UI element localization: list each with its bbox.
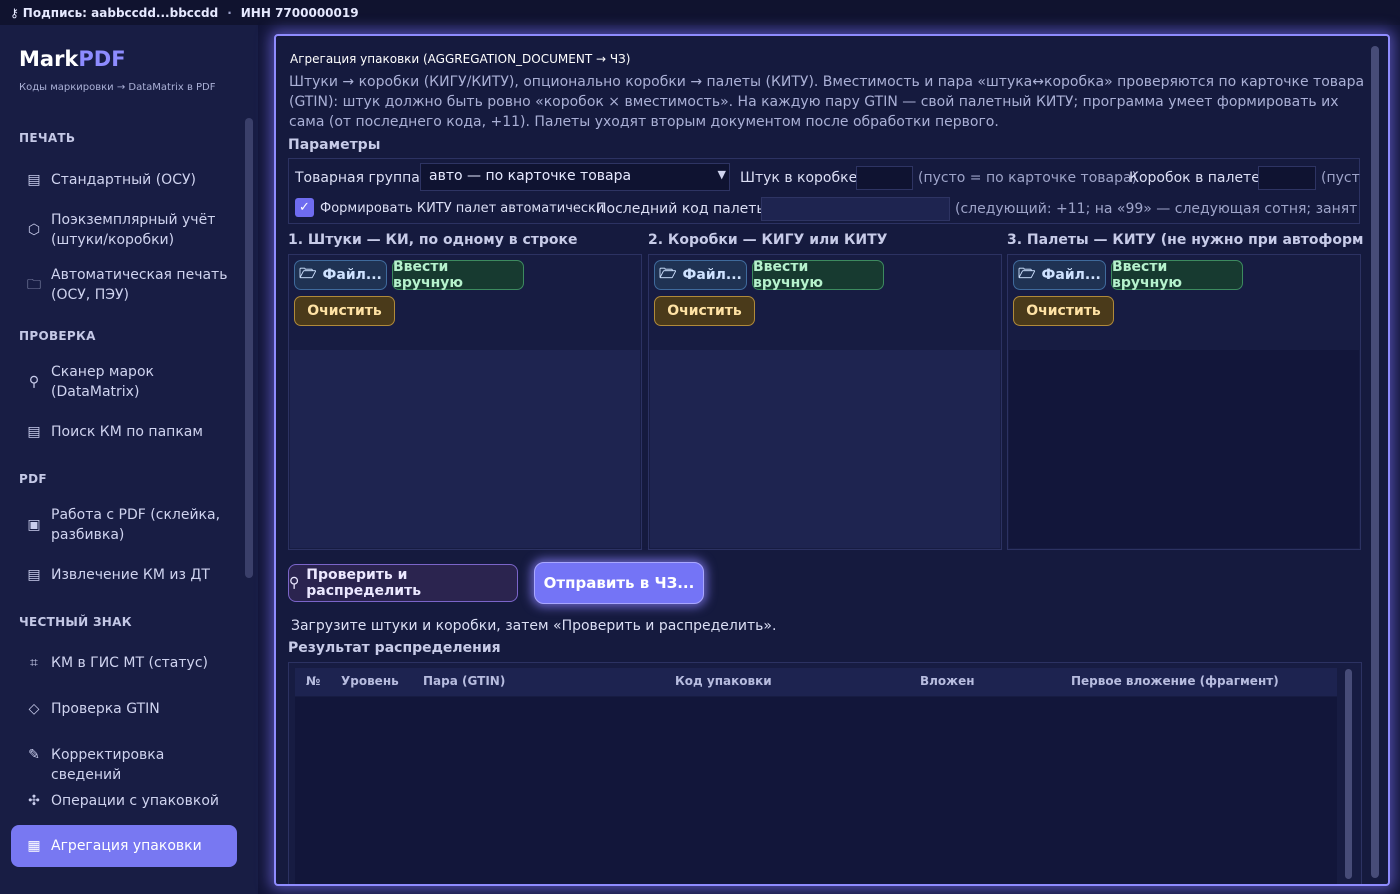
document-icon: ▤ (27, 424, 41, 440)
document-icon: ▤ (27, 567, 41, 583)
per-box-label: Штук в коробке: (740, 170, 862, 186)
puzzle-icon: ✣ (28, 793, 40, 809)
units-manual-button[interactable]: Ввести вручную (392, 259, 524, 291)
boxes-file-button[interactable]: 🗁 Файл... (654, 260, 747, 290)
section-cz: ЧЕСТНЫЙ ЗНАК (19, 615, 132, 629)
table-body[interactable] (295, 697, 1337, 884)
folder-icon: 🗁 (299, 266, 317, 282)
column-units-title: 1. Штуки — КИ, по одному в строке (288, 232, 578, 248)
column-boxes-title: 2. Коробки — КИГУ или КИТУ (648, 232, 888, 248)
pallets-list[interactable] (1009, 350, 1359, 548)
product-group-label: Товарная группа: (295, 170, 425, 186)
signature-text: Подпись: aabbccdd...bbccdd (22, 5, 219, 20)
inn-text: ИНН 7700000019 (240, 5, 359, 20)
separator-dot: · (227, 5, 232, 20)
pallets-manual-button[interactable]: Ввести вручную (1111, 259, 1243, 291)
section-print: ПЕЧАТЬ (19, 131, 76, 145)
folder-icon: 🗁 (1018, 266, 1036, 282)
last-code-input[interactable] (761, 197, 950, 221)
folder-icon: 🗀 (27, 277, 41, 293)
sidebar-item-package-ops[interactable]: ✣ Операции с упаковкой (11, 791, 237, 813)
column-units: 🗁 Файл... Ввести вручную Очистить (288, 254, 642, 550)
boxes-per-pallet-hint: (пуст (1321, 170, 1360, 186)
boxes-clear-button[interactable]: Очистить (654, 296, 755, 326)
panel-scrollbar[interactable] (1371, 46, 1379, 878)
last-code-hint: (следующий: +11; на «99» — следующая сот… (955, 201, 1357, 217)
tag-icon: ◇ (28, 701, 40, 717)
th-num[interactable]: № (306, 674, 320, 688)
table-scrollbar[interactable] (1345, 669, 1352, 879)
aggregation-panel: Агрегация упаковки (AGGREGATION_DOCUMENT… (274, 34, 1390, 886)
sidebar-item-folder-search[interactable]: ▤ Поиск КМ по папкам (11, 422, 237, 444)
brand-logo: MarkPDF (19, 47, 126, 71)
sidebar-item-standard[interactable]: ▤ Стандартный (ОСУ) (11, 170, 237, 192)
th-pair[interactable]: Пара (GTIN) (423, 674, 505, 688)
params-title: Параметры (288, 137, 381, 153)
panel-title: Агрегация упаковки (AGGREGATION_DOCUMENT… (290, 52, 631, 66)
sidebar-item-correction[interactable]: ✎ Корректировка сведений (11, 745, 237, 783)
send-cz-button[interactable]: Отправить в ЧЗ... (534, 562, 704, 604)
units-file-button[interactable]: 🗁 Файл... (294, 260, 387, 290)
search-icon: ⚲ (289, 575, 300, 591)
sidebar-item-gis-status[interactable]: ⌗ КМ в ГИС МТ (статус) (11, 653, 237, 675)
sidebar-item-pdf-tools[interactable]: ▣ Работа с PDF (склейка, разбивка) (11, 505, 237, 547)
sidebar-item-scanner[interactable]: ⚲ Сканер марок (DataMatrix) (11, 362, 237, 404)
sidebar: MarkPDF Коды маркировки → DataMatrix в P… (0, 25, 258, 894)
check-distribute-button[interactable]: ⚲ Проверить и распределить (288, 564, 518, 602)
per-box-hint: (пусто = по карточке товара) (918, 170, 1138, 186)
boxes-manual-button[interactable]: Ввести вручную (752, 259, 884, 291)
th-first[interactable]: Первое вложение (фрагмент) (1071, 674, 1279, 688)
units-clear-button[interactable]: Очистить (294, 296, 395, 326)
sidebar-item-aggregation[interactable]: ▦ Агрегация упаковки (11, 825, 237, 867)
result-table: № Уровень Пара (GTIN) Код упаковки Вложе… (288, 662, 1362, 884)
section-check: ПРОВЕРКА (19, 329, 96, 343)
scan-icon: ⌗ (30, 655, 38, 671)
pallets-clear-button[interactable]: Очистить (1013, 296, 1114, 326)
column-pallets-title: 3. Палеты — КИТУ (не нужно при автоформи… (1007, 232, 1363, 248)
auto-kitu-label: Формировать КИТУ палет автоматически (320, 201, 605, 216)
sidebar-item-per-unit[interactable]: ⬡ Поэкземплярный учёт (штуки/коробки) (11, 210, 237, 252)
briefcase-icon: ▣ (27, 517, 41, 533)
params-box: Товарная группа: авто — по карточке това… (288, 158, 1360, 224)
sidebar-item-gtin-check[interactable]: ◇ Проверка GTIN (11, 699, 237, 721)
document-icon: ▤ (27, 172, 41, 188)
bricks-icon: ▦ (27, 838, 41, 854)
sidebar-scrollbar[interactable] (245, 118, 253, 578)
boxes-per-pallet-input[interactable] (1258, 166, 1316, 190)
result-title: Результат распределения (288, 640, 501, 656)
product-group-select[interactable]: авто — по карточке товара ▼ (420, 163, 730, 191)
key-icon: ⚷ (10, 5, 19, 20)
boxes-per-pallet-label: Коробок в палете: (1129, 170, 1265, 186)
column-pallets: 🗁 Файл... Ввести вручную Очистить (1007, 254, 1361, 550)
pencil-icon: ✎ (28, 747, 40, 763)
box-icon: ⬡ (27, 222, 41, 238)
table-header: № Уровень Пара (GTIN) Код упаковки Вложе… (295, 668, 1337, 696)
magnifier-icon: ⚲ (28, 374, 40, 390)
units-list[interactable] (290, 350, 640, 548)
sidebar-item-auto-print[interactable]: 🗀 Автоматическая печать (ОСУ, ПЭУ) (11, 265, 237, 307)
th-level[interactable]: Уровень (341, 674, 399, 688)
section-pdf: PDF (19, 472, 47, 486)
chevron-down-icon: ▼ (717, 168, 726, 181)
auto-kitu-checkbox[interactable]: ✓ (295, 198, 314, 217)
sidebar-item-extract-km[interactable]: ▤ Извлечение КМ из ДТ (11, 565, 237, 587)
signature-bar: ⚷ Подпись: aabbccdd...bbccdd · ИНН 77000… (0, 0, 1400, 25)
last-code-label: Последний код палеты: (596, 201, 773, 217)
pallets-file-button[interactable]: 🗁 Файл... (1013, 260, 1106, 290)
per-box-input[interactable] (856, 166, 913, 190)
brand-subtitle: Коды маркировки → DataMatrix в PDF (19, 82, 216, 93)
boxes-list[interactable] (650, 350, 1000, 548)
th-nested[interactable]: Вложен (920, 674, 975, 688)
folder-icon: 🗁 (659, 266, 677, 282)
panel-description: Штуки → коробки (КИГУ/КИТУ), опционально… (289, 74, 1365, 130)
th-code[interactable]: Код упаковки (675, 674, 772, 688)
column-boxes: 🗁 Файл... Ввести вручную Очистить (648, 254, 1002, 550)
status-text: Загрузите штуки и коробки, затем «Провер… (291, 618, 777, 634)
